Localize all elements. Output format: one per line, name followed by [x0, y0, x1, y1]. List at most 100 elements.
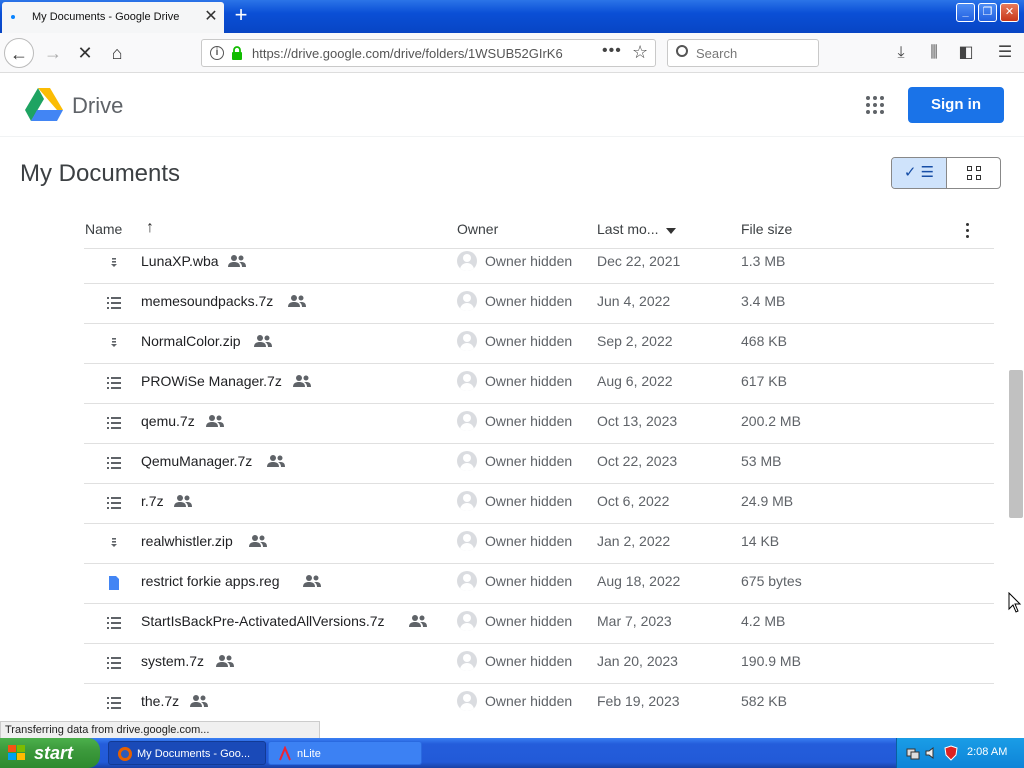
list-icon [107, 497, 121, 509]
browser-tab[interactable]: My Documents - Google Drive ✕ [2, 2, 224, 33]
file-row[interactable]: QemuManager.7z Owner hidden Oct 22, 2023 53… [84, 444, 994, 484]
search-bar[interactable]: Search [667, 39, 819, 67]
start-button[interactable]: start [0, 738, 100, 768]
browser-nav-bar: ← → ✕ ⌂ i https://drive.google.com/drive… [0, 33, 1024, 73]
stop-loading-button[interactable]: ✕ [70, 38, 100, 68]
owner-avatar [457, 371, 477, 391]
file-name[interactable]: system.7z [141, 653, 204, 669]
owner-avatar [457, 291, 477, 311]
owner-avatar [457, 451, 477, 471]
new-tab-button[interactable]: + [230, 4, 252, 28]
maximize-button[interactable]: ❐ [978, 3, 997, 22]
minimize-button[interactable]: _ [956, 3, 975, 22]
file-row[interactable]: qemu.7z Owner hidden Oct 13, 2023 200.2 MB [84, 404, 994, 444]
column-file-size[interactable]: File size [741, 221, 792, 237]
shared-icon [267, 455, 285, 467]
close-window-button[interactable]: ✕ [1000, 3, 1019, 22]
scrollbar-thumb[interactable] [1009, 370, 1023, 518]
owner-avatar [457, 531, 477, 551]
grid-view-button[interactable] [947, 158, 1000, 188]
bookmark-star-icon[interactable]: ☆ [632, 42, 648, 63]
url-bar[interactable]: i https://drive.google.com/drive/folders… [201, 39, 656, 67]
file-size: 24.9 MB [741, 493, 794, 509]
file-row[interactable]: r.7z Owner hidden Oct 6, 2022 24.9 MB [84, 484, 994, 524]
modified-date: Jun 4, 2022 [597, 293, 671, 309]
list-view-button[interactable]: ✓ ☰ [892, 158, 947, 188]
file-size: 190.9 MB [741, 653, 801, 669]
file-size: 3.4 MB [741, 293, 786, 309]
file-name[interactable]: StartIsBackPre-ActivatedAllVersions.7z [141, 613, 385, 629]
menu-icon[interactable]: ☰ [993, 41, 1017, 65]
system-tray: 2:08 AM [896, 738, 1024, 768]
list-icon [107, 697, 121, 709]
file-row[interactable]: system.7z Owner hidden Jan 20, 2023 190.9 M… [84, 644, 994, 684]
more-options-icon[interactable] [960, 220, 976, 240]
file-name[interactable]: qemu.7z [141, 413, 195, 429]
site-info-icon[interactable]: i [210, 46, 224, 60]
file-row[interactable]: StartIsBackPre-ActivatedAllVersions.7z Ow… [84, 604, 994, 644]
file-name[interactable]: memesoundpacks.7z [141, 293, 273, 309]
sign-in-button[interactable]: Sign in [908, 87, 1004, 123]
list-icon [107, 377, 121, 389]
file-size: 1.3 MB [741, 253, 786, 269]
modified-date: Dec 22, 2021 [597, 253, 681, 269]
owner-avatar [457, 611, 477, 631]
taskbar-item-nlite[interactable]: nLite [268, 741, 422, 765]
status-bar: Transferring data from drive.google.com.… [0, 721, 320, 739]
page-actions-icon[interactable]: ••• [602, 42, 622, 60]
volume-icon[interactable] [924, 745, 940, 761]
file-name[interactable]: QemuManager.7z [141, 453, 252, 469]
modified-date: Jan 2, 2022 [597, 533, 671, 549]
shared-icon [409, 615, 427, 627]
start-label: start [34, 743, 74, 763]
owner-avatar [457, 491, 477, 511]
taskbar-item-firefox[interactable]: My Documents - Goo... [108, 741, 266, 765]
file-row[interactable]: PROWiSe Manager.7z Owner hidden Aug 6, 202… [84, 364, 994, 404]
file-name[interactable]: realwhistler.zip [141, 533, 233, 549]
owner-text: Owner hidden [485, 293, 573, 309]
owner-avatar [457, 571, 477, 591]
sort-ascending-icon[interactable]: ↑ [146, 219, 154, 237]
modified-date: Oct 6, 2022 [597, 493, 670, 509]
column-owner[interactable]: Owner [457, 221, 498, 237]
file-name[interactable]: NormalColor.zip [141, 333, 241, 349]
file-row[interactable]: memesoundpacks.7z Owner hidden Jun 4, 2022… [84, 284, 994, 324]
back-button[interactable]: ← [4, 38, 34, 68]
file-row[interactable]: realwhistler.zip Owner hidden Jan 2, 2022 1… [84, 524, 994, 564]
owner-text: Owner hidden [485, 653, 573, 669]
shared-icon [190, 695, 208, 707]
google-apps-icon[interactable] [866, 96, 886, 116]
forward-button[interactable]: → [38, 38, 68, 68]
file-row[interactable]: NormalColor.zip Owner hidden Sep 2, 2022 46… [84, 324, 994, 364]
file-size: 582 KB [741, 693, 787, 709]
firefox-icon [118, 747, 132, 761]
tab-title: My Documents - Google Drive [32, 11, 180, 23]
sort-dropdown-icon[interactable] [666, 228, 676, 234]
home-button[interactable]: ⌂ [102, 38, 132, 68]
file-name[interactable]: LunaXP.wba [141, 253, 219, 269]
network-icon[interactable] [905, 745, 921, 761]
file-row[interactable]: LunaXP.wba Owner hidden Dec 22, 2021 1.3 MB [84, 248, 994, 284]
file-name[interactable]: restrict forkie apps.reg [141, 573, 280, 589]
owner-text: Owner hidden [485, 453, 573, 469]
column-last-modified[interactable]: Last mo... [597, 221, 658, 237]
file-row[interactable]: the.7z Owner hidden Feb 19, 2023 582 KB [84, 684, 994, 723]
modified-date: Oct 22, 2023 [597, 453, 678, 469]
file-name[interactable]: PROWiSe Manager.7z [141, 373, 282, 389]
file-name[interactable]: the.7z [141, 693, 179, 709]
library-icon[interactable]: ⫼ [922, 41, 946, 65]
browser-title-bar: My Documents - Google Drive ✕ + _ ❐ ✕ [0, 0, 1024, 33]
file-size: 200.2 MB [741, 413, 801, 429]
owner-text: Owner hidden [485, 573, 573, 589]
downloads-icon[interactable]: ⤓ [889, 41, 913, 65]
column-name[interactable]: Name [85, 221, 122, 237]
file-size: 53 MB [741, 453, 782, 469]
sidebar-icon[interactable]: ◧ [954, 41, 978, 65]
file-size: 675 bytes [741, 573, 802, 589]
file-name[interactable]: r.7z [141, 493, 164, 509]
file-row[interactable]: restrict forkie apps.reg Owner hidden Aug … [84, 564, 994, 604]
shared-icon [254, 335, 272, 347]
mouse-cursor-icon [1008, 592, 1022, 613]
tab-close-icon[interactable]: ✕ [203, 8, 219, 26]
security-shield-icon[interactable] [943, 745, 959, 761]
